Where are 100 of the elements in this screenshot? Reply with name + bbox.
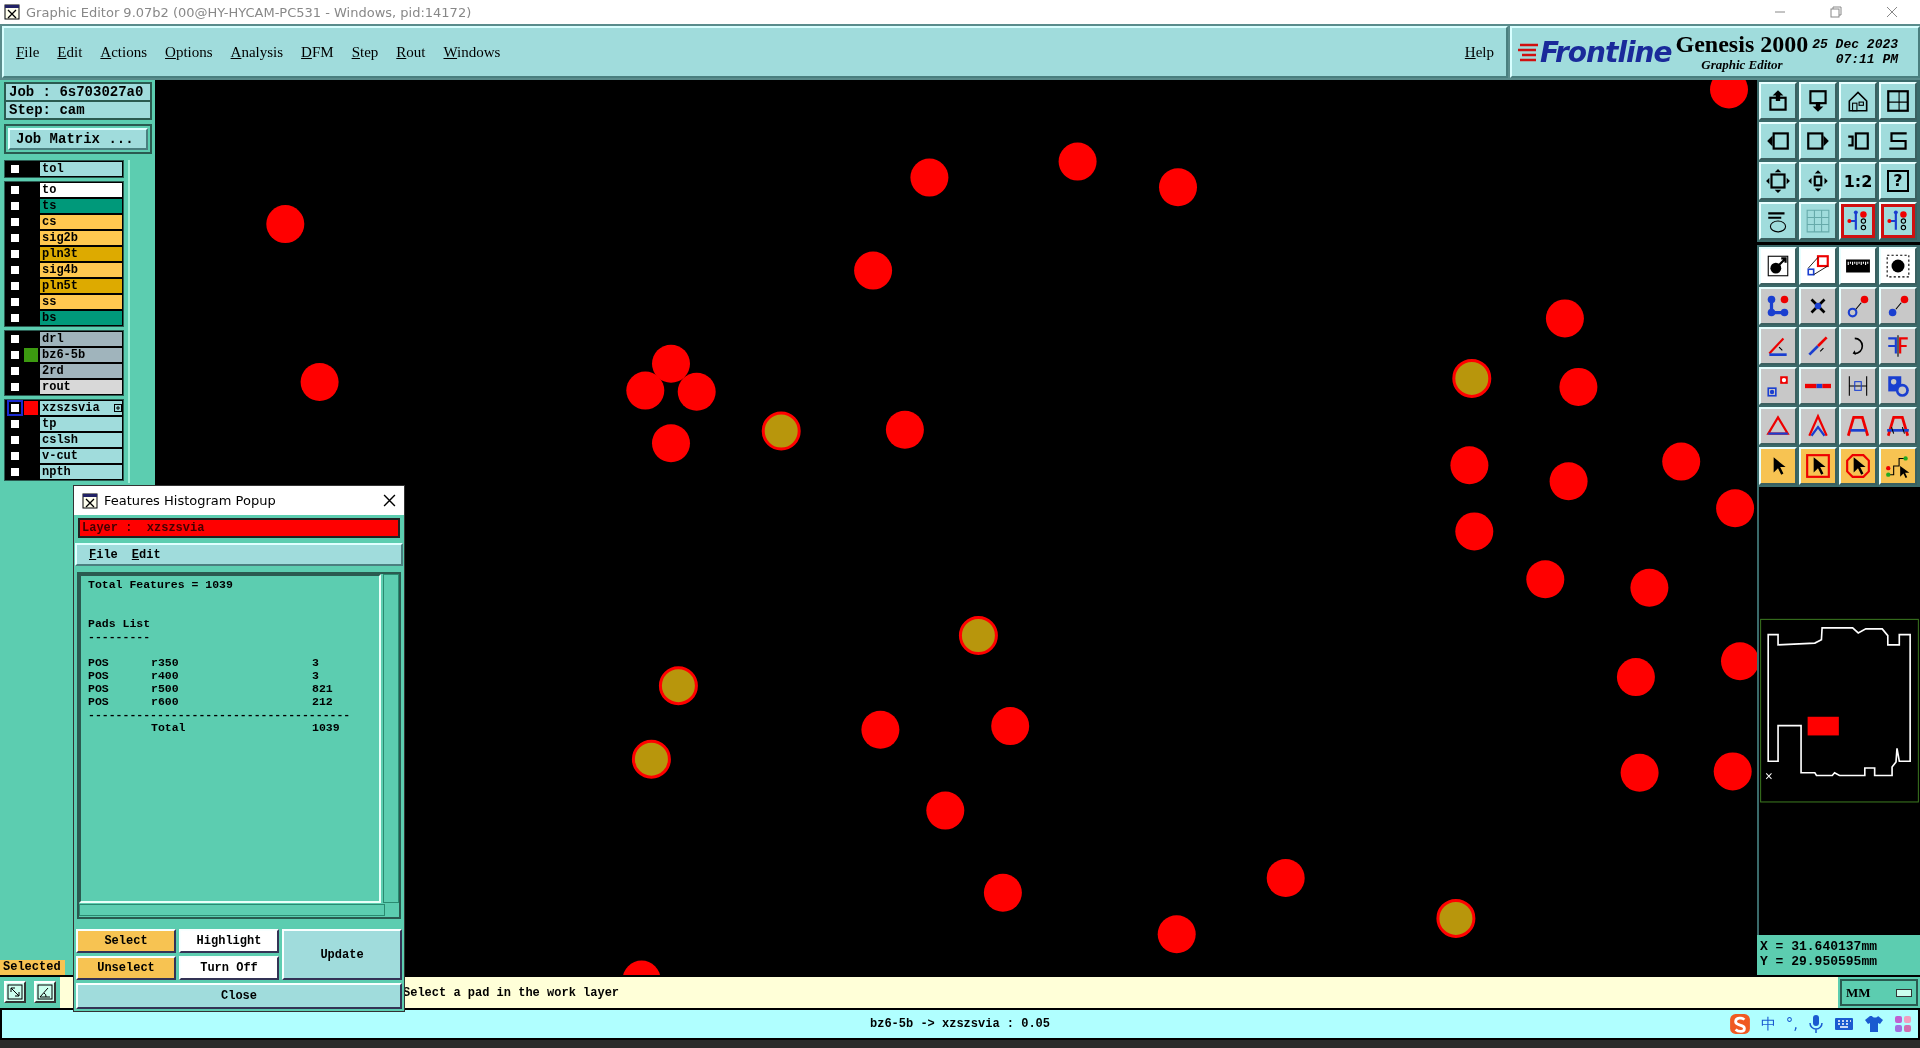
shirt-icon[interactable] [1864, 1015, 1884, 1033]
toolbar-button[interactable] [1759, 202, 1797, 240]
layer-checkbox[interactable] [9, 434, 21, 446]
punctuation-mode[interactable]: °, [1785, 1015, 1798, 1033]
toolbar-button[interactable] [1879, 247, 1917, 285]
toolbar-button[interactable] [1759, 82, 1797, 120]
toolbar-button[interactable] [4, 981, 26, 1003]
toolbar-button[interactable] [1759, 447, 1797, 485]
toolbar-button[interactable] [1879, 447, 1917, 485]
toolbar-button[interactable] [1759, 122, 1797, 160]
toolbar-button[interactable] [1839, 407, 1877, 445]
toolbar-button[interactable] [34, 981, 56, 1003]
layer-name[interactable]: pln5t [40, 279, 123, 293]
toolbar-button[interactable] [1839, 122, 1877, 160]
toolbar-button[interactable]: 1:2 [1839, 162, 1877, 200]
layer-checkbox[interactable] [9, 349, 21, 361]
layer-name[interactable]: ts [40, 199, 123, 213]
menu-item[interactable]: Options [165, 43, 213, 61]
layer-checkbox[interactable] [9, 280, 21, 292]
menu-item[interactable]: DFM [301, 43, 334, 61]
toolbar-button[interactable] [1799, 447, 1837, 485]
layer-name[interactable]: drl [40, 332, 123, 346]
layer-checkbox[interactable] [9, 333, 21, 345]
layer-name[interactable]: pln3t [40, 247, 123, 261]
toolbar-button[interactable] [1799, 247, 1837, 285]
close-icon[interactable] [383, 494, 396, 507]
layer-name[interactable]: to [40, 183, 123, 197]
toolbar-button[interactable] [1759, 367, 1797, 405]
unselect-button[interactable]: Unselect [76, 956, 176, 980]
toolbar-button[interactable] [1879, 407, 1917, 445]
layer-name[interactable]: sig2b [40, 231, 123, 245]
update-button[interactable]: Update [282, 929, 402, 980]
layer-checkbox[interactable] [9, 418, 21, 430]
toolbar-button[interactable] [1799, 162, 1837, 200]
toolbar-button[interactable] [1879, 327, 1917, 365]
input-method-icon[interactable] [1728, 1013, 1751, 1035]
turn-off-button[interactable]: Turn Off [179, 956, 279, 980]
scrollbar[interactable] [383, 574, 399, 903]
toolbar-button[interactable]: ? [1879, 162, 1917, 200]
toolbar-button[interactable] [1759, 162, 1797, 200]
toolbar-button[interactable] [1799, 202, 1837, 240]
layer-checkbox[interactable] [9, 184, 21, 196]
ime-mode[interactable]: 中 [1760, 1014, 1776, 1034]
toolbar-button[interactable] [1799, 122, 1837, 160]
layer-checkbox[interactable] [9, 163, 21, 175]
keyboard-icon[interactable] [1834, 1017, 1854, 1031]
toolbar-button[interactable] [1759, 247, 1797, 285]
menu-item[interactable]: Step [351, 43, 379, 61]
layer-name[interactable]: bz6-5b [40, 348, 123, 362]
menu-item[interactable]: Actions [100, 43, 148, 61]
microphone-icon[interactable] [1808, 1014, 1824, 1034]
layer-name[interactable]: 2rd [40, 364, 123, 378]
layer-checkbox[interactable] [9, 296, 21, 308]
toolbar-button[interactable] [1799, 287, 1837, 325]
layer-name[interactable]: npth [40, 465, 123, 479]
layer-checkbox[interactable] [9, 216, 21, 228]
close-button[interactable]: Close [76, 983, 402, 1009]
menu-item[interactable]: File [89, 547, 118, 562]
layer-name[interactable]: bs [40, 311, 123, 325]
menu-item[interactable]: Edit [57, 43, 83, 61]
menu-item[interactable]: Rout [396, 43, 426, 61]
toolbar-button[interactable] [1759, 287, 1797, 325]
help-menu[interactable]: Help [1464, 43, 1494, 61]
menu-item[interactable]: Edit [131, 547, 161, 562]
highlight-button[interactable]: Highlight [179, 929, 279, 953]
toolbar-button[interactable] [1879, 202, 1917, 240]
toolbar-button[interactable] [1879, 287, 1917, 325]
layer-checkbox[interactable] [9, 381, 21, 393]
select-button[interactable]: Select [76, 929, 176, 953]
menu-item[interactable]: Windows [443, 43, 501, 61]
units-selector[interactable]: MM [1840, 979, 1918, 1006]
layer-name[interactable]: ss [40, 295, 123, 309]
layer-name[interactable]: tol [40, 162, 123, 176]
toolbar-button[interactable] [1799, 327, 1837, 365]
layer-name[interactable]: rout [40, 380, 123, 394]
toolbar-button[interactable] [1799, 367, 1837, 405]
toolbar-button[interactable] [1839, 247, 1877, 285]
layer-name[interactable]: cslsh [40, 433, 123, 447]
layer-checkbox[interactable] [9, 466, 21, 478]
layer-name[interactable]: cs [40, 215, 123, 229]
layer-checkbox[interactable] [9, 264, 21, 276]
toolbar-button[interactable] [1759, 407, 1797, 445]
toolbar-button[interactable] [1759, 327, 1797, 365]
layer-name[interactable]: v-cut [40, 449, 123, 463]
menu-item[interactable]: File [16, 43, 40, 61]
toolbar-button[interactable] [1839, 447, 1877, 485]
scrollbar[interactable] [79, 904, 385, 916]
layer-checkbox[interactable] [9, 248, 21, 260]
grid-icon[interactable] [1894, 1015, 1912, 1033]
layer-checkbox[interactable] [9, 200, 21, 212]
job-matrix-button[interactable]: Job Matrix ... [8, 128, 148, 150]
toolbar-button[interactable] [1879, 122, 1917, 160]
toolbar-button[interactable] [1839, 327, 1877, 365]
layer-name[interactable]: sig4b [40, 263, 123, 277]
toolbar-button[interactable] [1839, 202, 1877, 240]
toolbar-button[interactable] [1879, 82, 1917, 120]
layer-name[interactable]: xzszsvia [40, 401, 123, 415]
layer-name[interactable]: tp [40, 417, 123, 431]
layer-checkbox[interactable] [9, 232, 21, 244]
toolbar-button[interactable] [1839, 367, 1877, 405]
